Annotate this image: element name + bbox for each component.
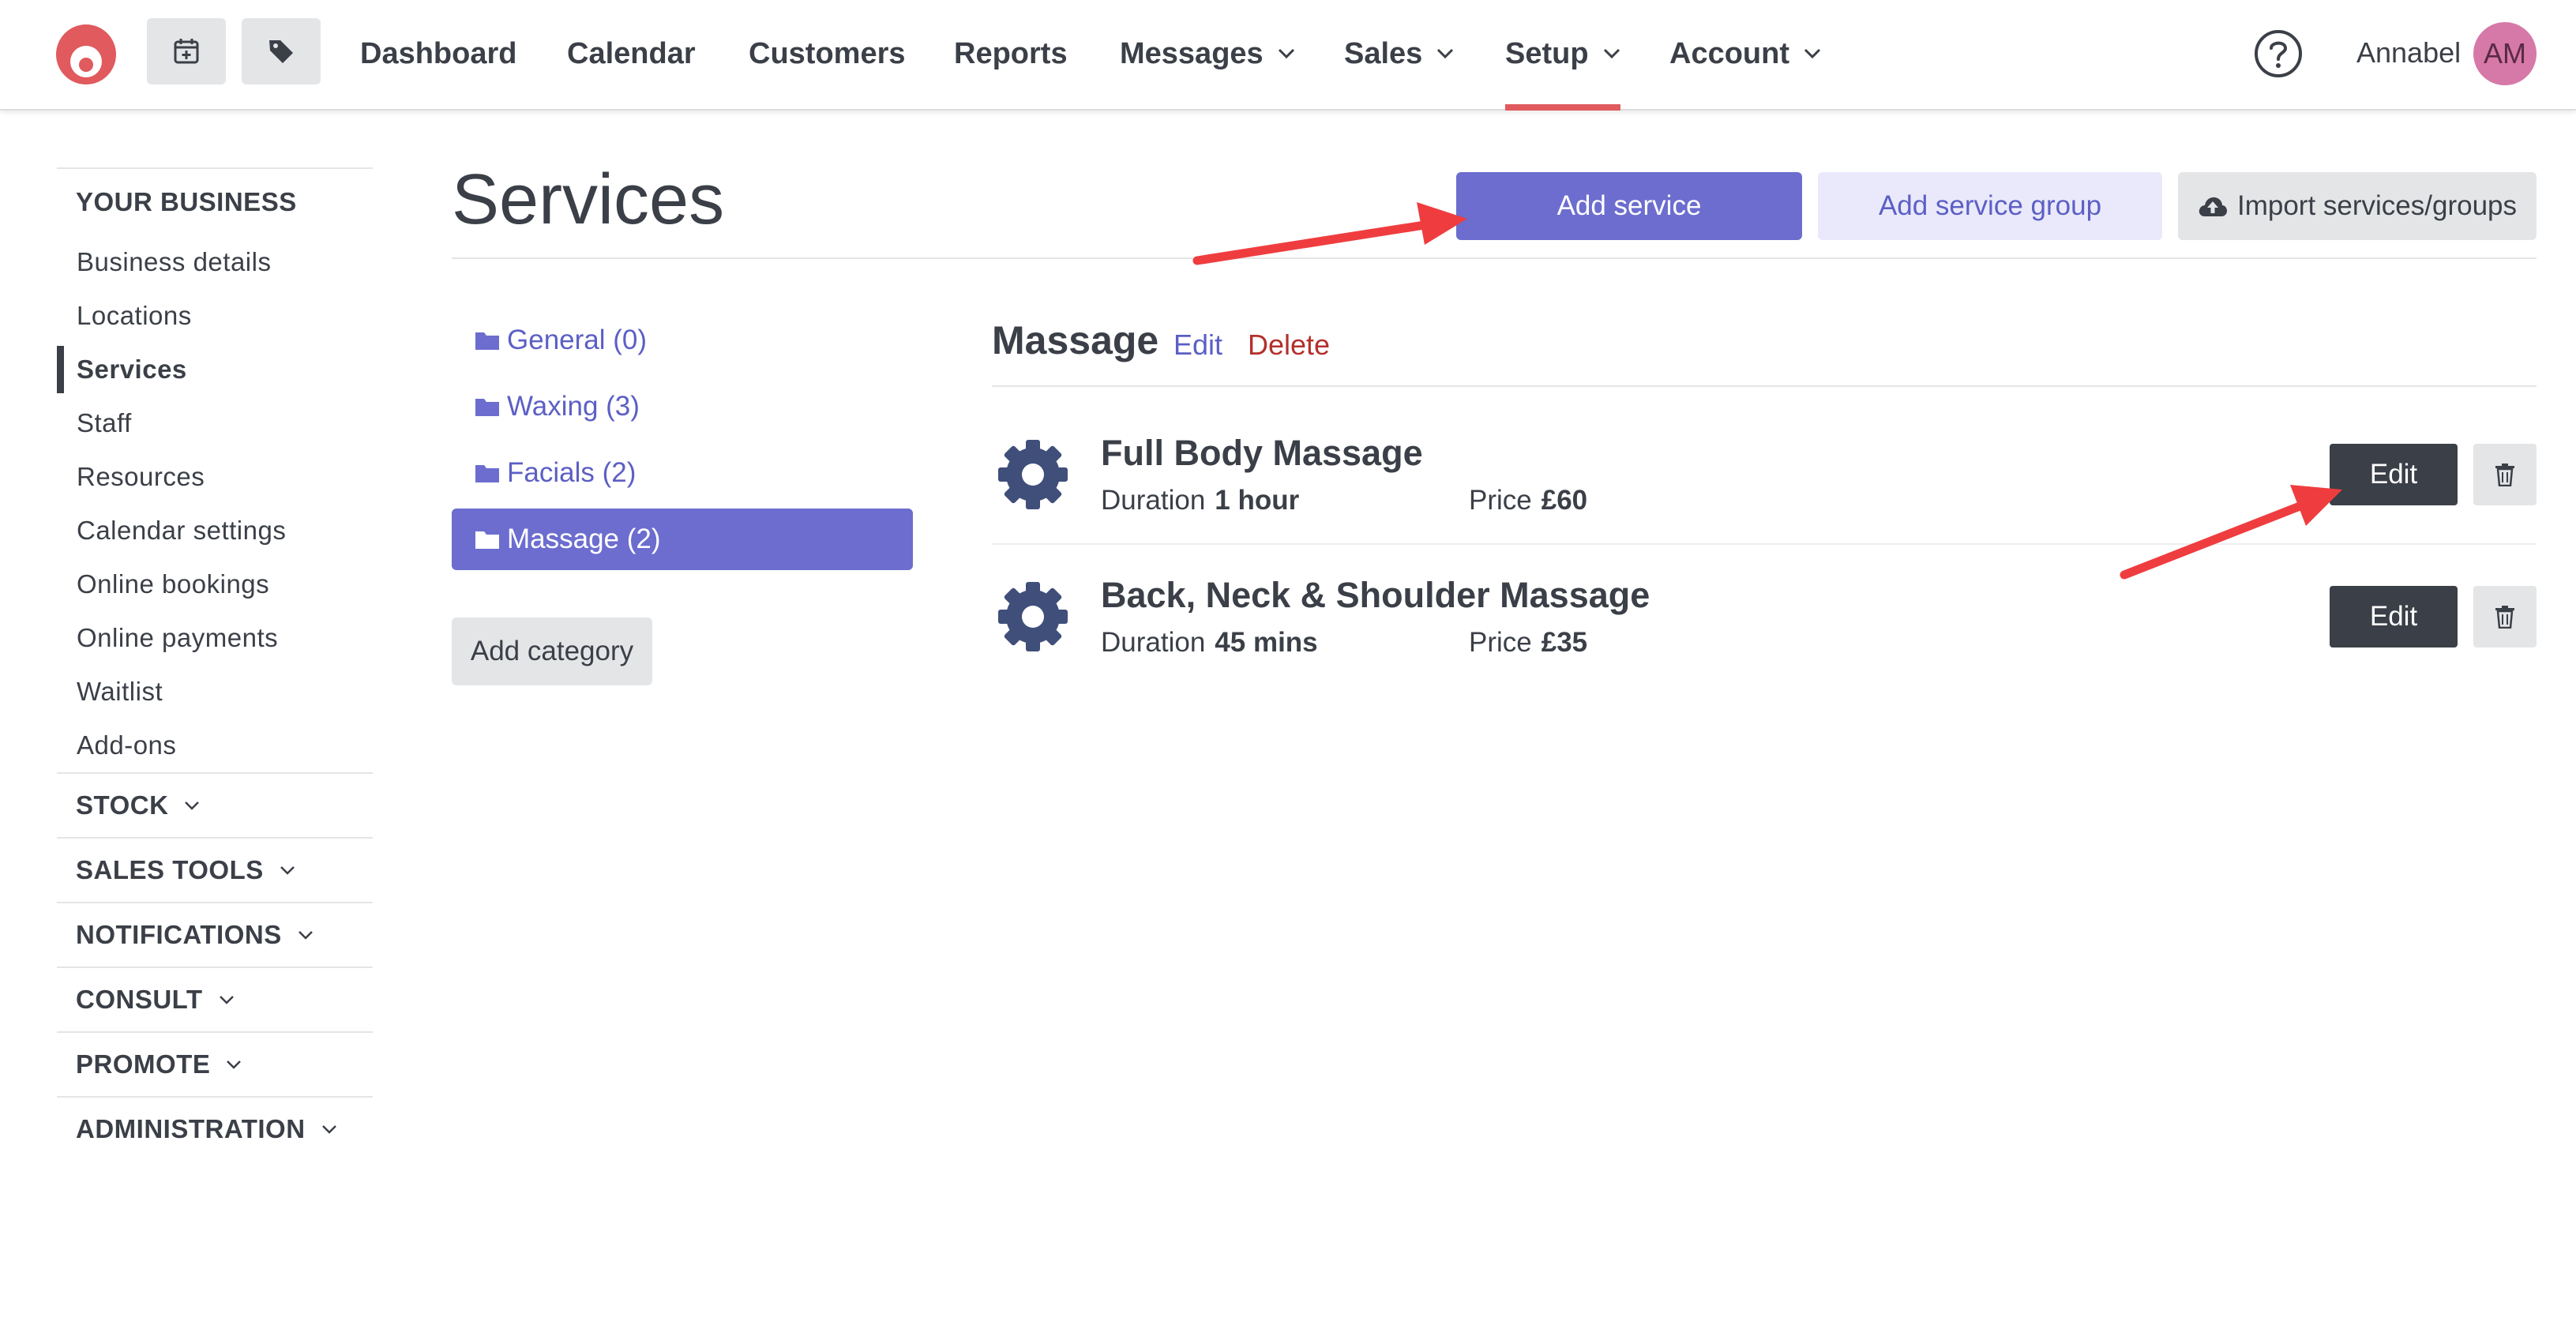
chevron-down-icon — [1603, 48, 1620, 59]
quick-add-appointment-button[interactable] — [147, 18, 226, 84]
sidebar-item-services[interactable]: Services — [57, 343, 373, 396]
sidebar-section-sales-tools[interactable]: SALES TOOLS — [57, 837, 373, 902]
service-name[interactable]: Back, Neck & Shoulder Massage — [1101, 575, 1650, 616]
service-price: Price £60 — [1469, 485, 1588, 516]
delete-group-link[interactable]: Delete — [1248, 328, 1330, 362]
folder-icon — [475, 399, 499, 416]
folder-icon — [475, 332, 499, 350]
logo-icon[interactable] — [54, 22, 118, 87]
nav-sales[interactable]: Sales — [1344, 0, 1454, 107]
sidebar-item-business-details[interactable]: Business details — [57, 235, 373, 289]
group-divider — [992, 385, 2537, 387]
chevron-down-icon — [1804, 48, 1821, 59]
header-divider — [452, 257, 2537, 259]
add-service-group-button[interactable]: Add service group — [1818, 172, 2162, 240]
gear-icon — [998, 440, 1068, 509]
chevron-down-icon — [280, 866, 295, 875]
category-waxing[interactable]: Waxing (3) — [452, 376, 913, 437]
edit-service-button[interactable]: Edit — [2330, 444, 2458, 505]
cloud-upload-icon — [2199, 197, 2227, 216]
folder-icon — [475, 465, 499, 482]
category-facials[interactable]: Facials (2) — [452, 442, 913, 504]
question-circle-icon[interactable] — [2253, 28, 2304, 79]
chevron-down-icon — [185, 801, 200, 810]
import-services-button[interactable]: Import services/groups — [2178, 172, 2537, 240]
add-category-button[interactable]: Add category — [452, 617, 652, 685]
sidebar-section-stock[interactable]: STOCK — [57, 772, 373, 837]
tag-icon — [269, 40, 293, 63]
nav-reports[interactable]: Reports — [954, 0, 1068, 107]
sidebar-item-waitlist[interactable]: Waitlist — [57, 665, 373, 719]
sidebar-section-notifications[interactable]: NOTIFICATIONS — [57, 902, 373, 967]
trash-icon — [2495, 606, 2514, 629]
service-duration: Duration 1 hour — [1101, 485, 1300, 516]
chevron-down-icon — [227, 1060, 242, 1069]
delete-service-button[interactable] — [2473, 444, 2537, 505]
arrow-to-edit-service — [2120, 485, 2342, 580]
service-duration: Duration 45 mins — [1101, 627, 1318, 658]
sidebar-item-locations[interactable]: Locations — [57, 289, 373, 343]
service-price: Price £35 — [1469, 627, 1588, 658]
chevron-down-icon — [1437, 48, 1454, 59]
avatar[interactable]: AM — [2473, 22, 2537, 85]
service-name[interactable]: Full Body Massage — [1101, 433, 1423, 474]
row-divider — [992, 543, 2537, 545]
folder-open-icon — [475, 531, 499, 549]
nav-customers[interactable]: Customers — [749, 0, 906, 107]
chevron-down-icon — [1278, 48, 1294, 59]
settings-sidebar: YOUR BUSINESS Business details Locations… — [57, 167, 373, 1161]
sidebar-section-administration[interactable]: ADMINISTRATION — [57, 1096, 373, 1161]
group-title: Massage — [992, 318, 1159, 362]
nav-setup[interactable]: Setup — [1505, 0, 1620, 111]
sidebar-item-online-bookings[interactable]: Online bookings — [57, 557, 373, 611]
sidebar-item-staff[interactable]: Staff — [57, 396, 373, 450]
nav-messages[interactable]: Messages — [1120, 0, 1295, 107]
nav-account[interactable]: Account — [1669, 0, 1821, 107]
quick-sale-button[interactable] — [242, 18, 321, 84]
category-general[interactable]: General (0) — [452, 310, 913, 371]
sidebar-section-promote[interactable]: PROMOTE — [57, 1031, 373, 1096]
trash-icon — [2495, 464, 2514, 486]
nav-dashboard[interactable]: Dashboard — [360, 0, 516, 107]
top-navigation: Dashboard Calendar Customers Reports Mes… — [0, 0, 2576, 111]
chevron-down-icon — [298, 931, 313, 940]
category-massage[interactable]: Massage (2) — [452, 509, 913, 570]
page-title: Services — [452, 160, 725, 239]
chevron-down-icon — [321, 1125, 336, 1134]
sidebar-item-calendar-settings[interactable]: Calendar settings — [57, 504, 373, 557]
delete-service-button[interactable] — [2473, 586, 2537, 647]
add-service-button[interactable]: Add service — [1456, 172, 1802, 240]
sidebar-heading: YOUR BUSINESS — [76, 187, 297, 216]
nav-calendar[interactable]: Calendar — [567, 0, 696, 107]
gear-icon — [998, 582, 1068, 651]
sidebar-section-consult[interactable]: CONSULT — [57, 967, 373, 1031]
sidebar-item-add-ons[interactable]: Add-ons — [57, 719, 373, 772]
calendar-add-icon — [174, 39, 199, 64]
sidebar-item-resources[interactable]: Resources — [57, 450, 373, 504]
arrow-to-add-service — [1192, 202, 1467, 265]
sidebar-item-online-payments[interactable]: Online payments — [57, 611, 373, 665]
edit-service-button[interactable]: Edit — [2330, 586, 2458, 647]
chevron-down-icon — [219, 996, 234, 1004]
user-name[interactable]: Annabel — [2356, 36, 2461, 69]
edit-group-link[interactable]: Edit — [1173, 328, 1222, 362]
